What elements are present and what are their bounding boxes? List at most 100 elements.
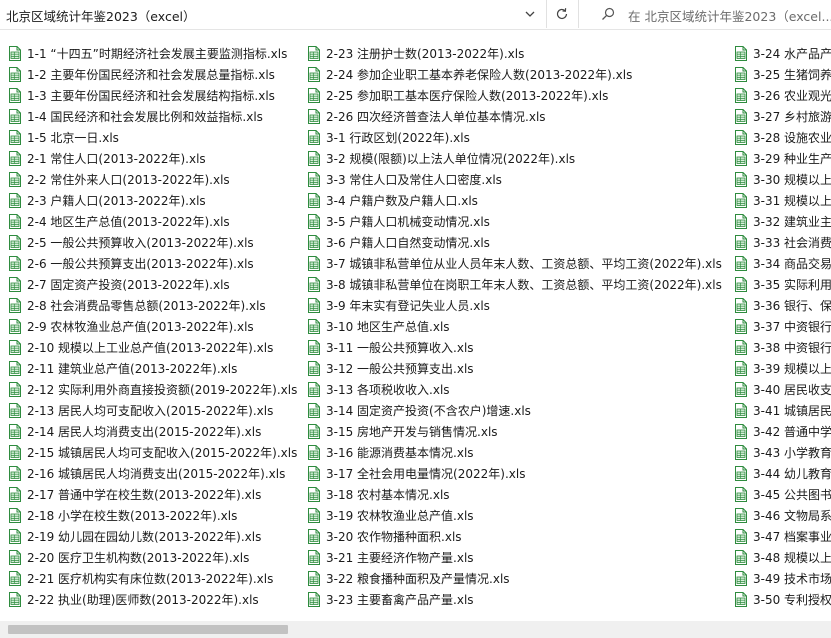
excel-file-icon [734, 298, 748, 313]
excel-file-icon [734, 172, 748, 187]
file-name: 3-35 实际利用 [753, 278, 831, 292]
file-name: 2-1 常住人口(2013-2022年).xls [27, 152, 206, 166]
file-list: 1-1 “十四五”时期经济社会发展主要监测指标.xls 1-2 主要年份国民经济和… [0, 29, 831, 621]
excel-file-icon [8, 466, 22, 481]
file-name: 3-46 文物局系 [753, 509, 831, 523]
excel-file-icon [307, 319, 321, 334]
excel-file-icon [8, 508, 22, 523]
file-name: 3-40 居民收支 [753, 383, 831, 397]
file-name: 3-16 能源消费基本情况.xls [326, 446, 474, 460]
excel-file-icon [8, 130, 22, 145]
excel-file-icon [734, 88, 748, 103]
file-name: 3-41 城镇居民 [753, 404, 831, 418]
excel-file-icon [307, 340, 321, 355]
excel-file-icon [307, 361, 321, 376]
excel-file-icon [8, 46, 22, 61]
scrollbar-thumb[interactable] [8, 625, 288, 634]
excel-file-icon [734, 109, 748, 124]
file-name: 2-24 参加企业职工基本养老保险人数(2013-2022年).xls [326, 68, 633, 82]
excel-file-icon [8, 340, 22, 355]
file-name: 3-20 农作物播种面积.xls [326, 530, 462, 544]
divider [578, 0, 579, 28]
excel-file-icon [307, 151, 321, 166]
excel-file-icon [8, 445, 22, 460]
file-name: 3-18 农村基本情况.xls [326, 488, 450, 502]
file-name: 3-47 档案事业 [753, 530, 831, 544]
file-name: 2-7 固定资产投资(2013-2022年).xls [27, 278, 230, 292]
excel-file-icon [8, 571, 22, 586]
file-name: 3-3 常住人口及常住人口密度.xls [326, 173, 502, 187]
file-name: 3-14 固定资产投资(不含农户)增速.xls [326, 404, 531, 418]
excel-file-icon [307, 508, 321, 523]
search-input[interactable]: 在 北京区域统计年鉴2023（excel... [628, 6, 831, 25]
file-name: 2-22 执业(助理)医师数(2013-2022年).xls [27, 593, 259, 607]
search-box[interactable]: 在 北京区域统计年鉴2023（excel... [590, 0, 831, 28]
file-name: 3-49 技术市场 [753, 572, 831, 586]
excel-file-icon [307, 193, 321, 208]
excel-file-icon [8, 298, 22, 313]
file-name: 3-2 规模(限额)以上法人单位情况(2022年).xls [326, 152, 576, 166]
address-path[interactable]: 北京区域统计年鉴2023（excel） [6, 6, 196, 25]
excel-file-icon [734, 424, 748, 439]
file-name: 3-23 主要畜禽产品产量.xls [326, 593, 474, 607]
file-name: 1-3 主要年份国民经济和社会发展结构指标.xls [27, 89, 275, 103]
excel-file-icon [307, 172, 321, 187]
excel-file-icon [8, 361, 22, 376]
excel-file-icon [8, 256, 22, 271]
excel-file-icon [8, 235, 22, 250]
excel-file-icon [8, 550, 22, 565]
excel-file-icon [307, 214, 321, 229]
excel-file-icon [307, 592, 321, 607]
file-name: 2-9 农林牧渔业总产值(2013-2022年).xls [27, 320, 254, 334]
excel-file-icon [307, 424, 321, 439]
file-name: 2-11 建筑业总产值(2013-2022年).xls [27, 362, 238, 376]
file-name: 2-10 规模以上工业总产值(2013-2022年).xls [27, 341, 274, 355]
file-name: 3-17 全社会用电量情况(2022年).xls [326, 467, 526, 481]
file-name: 1-2 主要年份国民经济和社会发展总量指标.xls [27, 68, 275, 82]
file-name: 3-24 水产品产 [753, 47, 831, 61]
excel-file-icon [734, 466, 748, 481]
chevron-down-icon[interactable] [522, 6, 538, 22]
file-name: 3-27 乡村旅游 [753, 110, 831, 124]
excel-file-icon [307, 130, 321, 145]
excel-file-icon [734, 46, 748, 61]
file-name: 3-42 普通中学 [753, 425, 831, 439]
file-name: 3-21 主要经济作物产量.xls [326, 551, 474, 565]
file-name: 2-14 居民人均消费支出(2015-2022年).xls [27, 425, 262, 439]
file-name: 3-26 农业观光 [753, 89, 831, 103]
excel-file-icon [307, 109, 321, 124]
file-name: 3-45 公共图书 [753, 488, 831, 502]
file-name: 2-4 地区生产总值(2013-2022年).xls [27, 215, 230, 229]
excel-file-icon [734, 382, 748, 397]
excel-file-icon [307, 382, 321, 397]
file-name: 3-37 中资银行 [753, 320, 831, 334]
file-name: 1-1 “十四五”时期经济社会发展主要监测指标.xls [27, 47, 288, 61]
file-name: 3-4 户籍户数及户籍人口.xls [326, 194, 478, 208]
file-name: 2-13 居民人均可支配收入(2015-2022年).xls [27, 404, 274, 418]
excel-file-icon [734, 403, 748, 418]
excel-file-icon [307, 487, 321, 502]
file-name: 2-15 城镇居民人均可支配收入(2015-2022年).xls [27, 446, 298, 460]
excel-file-icon [8, 193, 22, 208]
file-name: 3-38 中资银行 [753, 341, 831, 355]
file-name: 3-25 生猪饲养 [753, 68, 831, 82]
file-name: 3-50 专利授权 [753, 593, 831, 607]
file-name: 2-18 小学在校生数(2013-2022年).xls [27, 509, 238, 523]
excel-file-icon [734, 235, 748, 250]
file-name: 3-12 一般公共预算支出.xls [326, 362, 474, 376]
file-name: 3-22 粮食播种面积及产量情况.xls [326, 572, 510, 586]
excel-file-icon [8, 487, 22, 502]
file-name: 2-23 注册护士数(2013-2022年).xls [326, 47, 525, 61]
excel-file-icon [307, 235, 321, 250]
excel-file-icon [307, 298, 321, 313]
excel-file-icon [307, 403, 321, 418]
file-name: 3-32 建筑业主 [753, 215, 831, 229]
file-name: 2-19 幼儿园在园幼儿数(2013-2022年).xls [27, 530, 262, 544]
excel-file-icon [8, 382, 22, 397]
excel-file-icon [734, 67, 748, 82]
address-path-box[interactable]: 北京区域统计年鉴2023（excel） [0, 0, 546, 28]
excel-file-icon [307, 88, 321, 103]
horizontal-scrollbar[interactable] [0, 621, 831, 638]
refresh-icon[interactable] [554, 6, 570, 22]
address-bar: 北京区域统计年鉴2023（excel） 在 北京区域统计年鉴2023（excel… [0, 0, 831, 30]
